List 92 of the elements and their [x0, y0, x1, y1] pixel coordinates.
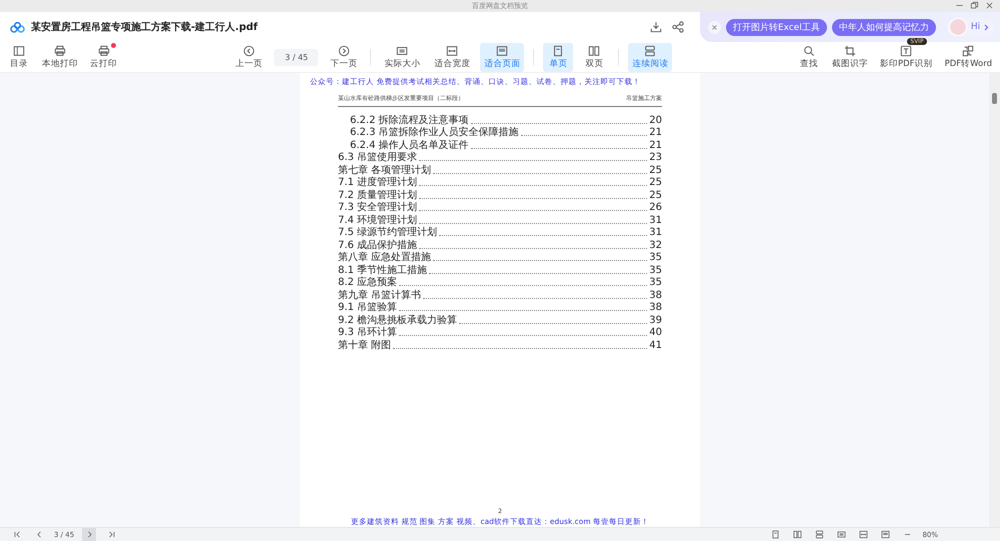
- assistant-button[interactable]: Hi: [946, 18, 996, 36]
- toc-title: 7.1 进度管理计划: [338, 177, 418, 188]
- scan-icon: [900, 44, 912, 56]
- promo-button[interactable]: 打开图片转Excel工具: [726, 18, 827, 36]
- toc-title: 第九章 吊篮计算书: [338, 290, 422, 300]
- toolbar-button[interactable]: 截图识字: [828, 42, 872, 72]
- toc-title: 6.3 吊篮使用要求: [338, 152, 418, 163]
- toc-title: 第十章 附图: [338, 340, 392, 350]
- toc-page-number: 35: [649, 252, 662, 263]
- two-page-icon: [792, 530, 802, 539]
- toc-title: 7.5 绿源节约管理计划: [338, 227, 438, 238]
- toc-page-number: 31: [649, 214, 662, 226]
- last-page-icon: [106, 530, 116, 539]
- toc-page-number: 26: [649, 202, 662, 213]
- toolbar-button[interactable]: 双页: [579, 42, 610, 72]
- toc-title: 7.4 环境管理计划: [338, 214, 418, 226]
- printer-icon: [54, 44, 66, 56]
- toolbar-button[interactable]: 实际大小: [380, 42, 424, 72]
- single-page-icon: [770, 530, 780, 539]
- toolbar-button[interactable]: PDF转Word: [940, 42, 996, 72]
- toc-title: 9.2 檐沟悬挑板承载力验算: [338, 314, 458, 326]
- toolbar-button[interactable]: 影印PDF识别: [876, 42, 937, 72]
- search-icon: [803, 44, 816, 56]
- toolbar-button[interactable]: 下一页: [326, 42, 362, 72]
- avatar-icon: [948, 18, 967, 36]
- toc-page-number: 40: [649, 327, 662, 338]
- file-name: 某安置房工程吊篮专项施工方案下载-建工行人.pdf: [31, 20, 259, 34]
- fit-width-icon: [858, 530, 868, 539]
- toc-page-number: 25: [649, 164, 662, 176]
- toc-page-number: 25: [649, 177, 662, 188]
- fit-width-icon: [446, 44, 458, 56]
- toc-page-number: 39: [649, 314, 662, 326]
- toc-title: 第七章 各项管理计划: [338, 164, 432, 176]
- toolbar-button[interactable]: 本地打印: [38, 42, 82, 72]
- promo-button[interactable]: 中年人如何提高记忆力: [832, 18, 936, 36]
- close-icon[interactable]: [708, 20, 721, 34]
- toc-title: 6.2.2 拆除流程及注意事项: [350, 114, 469, 126]
- toc-page-number: 25: [649, 190, 662, 200]
- toc-title: 8.1 季节性施工措施: [338, 264, 428, 276]
- toc-title: 7.6 成品保护措施: [338, 240, 418, 250]
- toolbar-button[interactable]: 查找: [794, 42, 824, 72]
- printer-icon: [98, 44, 110, 56]
- maximize-icon: [970, 1, 979, 10]
- single-page-icon: [552, 44, 564, 56]
- fit-page-icon: [496, 44, 508, 56]
- toc-title: 第八章 应急处置措施: [338, 252, 432, 263]
- toolbar-button[interactable]: 适合宽度: [430, 42, 474, 72]
- previous-icon: [242, 44, 255, 56]
- toc-title: 7.2 质量管理计划: [338, 190, 418, 200]
- toolbar-button[interactable]: 云打印: [86, 42, 121, 72]
- continuous-icon: [814, 530, 824, 539]
- actual-size-icon: [836, 530, 846, 539]
- chevron-icon: [984, 24, 990, 30]
- toolbar-button[interactable]: 适合页面: [480, 42, 524, 72]
- continuous-icon: [644, 44, 656, 56]
- toc-title: 8.2 应急预案: [338, 277, 398, 288]
- two-page-icon: [588, 44, 600, 56]
- toc-page-number: 35: [649, 264, 662, 276]
- previous-page-icon: [34, 530, 44, 539]
- toc-page-number: 38: [649, 290, 662, 300]
- first-page-icon: [12, 530, 22, 539]
- next-icon: [338, 44, 350, 56]
- toc-page-number: 31: [649, 227, 662, 238]
- scrollbar-thumb[interactable]: [992, 93, 997, 104]
- toolbar-button[interactable]: 连续阅读: [628, 42, 672, 72]
- toc-title: 6.2.3 吊篮拆除作业人员安全保障措施: [350, 127, 519, 138]
- close-icon: [985, 1, 994, 10]
- toc-page-number: 23: [649, 152, 662, 163]
- convert-icon: [962, 44, 974, 56]
- toc-title: 9.3 吊环计算: [338, 327, 398, 338]
- cloud-logo-icon: [10, 22, 25, 32]
- toc-page-number: 38: [649, 302, 662, 313]
- toc-page-number: 21: [649, 127, 662, 138]
- toc-page-number: 32: [649, 240, 662, 250]
- toc-page-number: 35: [649, 277, 662, 288]
- actual-size-icon: [396, 44, 408, 56]
- sidebar-icon: [13, 44, 25, 56]
- toc-page-number: 21: [649, 140, 662, 150]
- toc-title: 9.1 吊篮验算: [338, 302, 398, 313]
- toc-title: 7.3 安全管理计划: [338, 202, 418, 213]
- toc-title: 6.2.4 操作人员名单及证件: [350, 140, 469, 150]
- toolbar-button[interactable]: 上一页: [231, 42, 266, 72]
- crop-icon: [844, 44, 856, 56]
- share-icon: [672, 21, 684, 33]
- toolbar-button[interactable]: 单页: [543, 42, 574, 72]
- page-field[interactable]: 3 / 45: [274, 48, 318, 66]
- download-icon: [650, 21, 662, 33]
- fit-page-icon: [880, 530, 890, 539]
- toolbar-button[interactable]: 目录: [4, 42, 34, 72]
- toc-page-number: 41: [649, 340, 662, 350]
- toc-page-number: 20: [649, 114, 662, 126]
- next-page-button[interactable]: [82, 528, 96, 541]
